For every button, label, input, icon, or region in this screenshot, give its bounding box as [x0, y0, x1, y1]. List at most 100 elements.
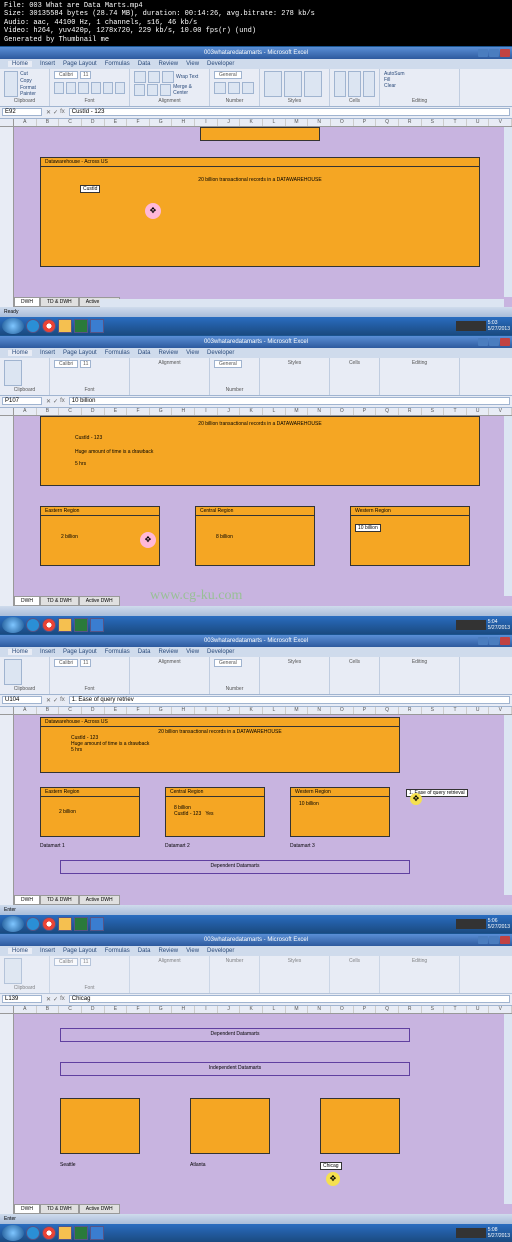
city-label-editing[interactable]: Chicag — [320, 1162, 342, 1170]
scrollbar-vertical[interactable] — [504, 416, 512, 596]
col-header[interactable]: S — [422, 119, 445, 126]
cut-button[interactable]: Cut — [20, 71, 45, 77]
name-box[interactable]: E92 — [2, 108, 42, 116]
border-button[interactable] — [91, 82, 101, 94]
explorer-icon[interactable] — [58, 319, 72, 333]
scrollbar-vertical[interactable] — [504, 715, 512, 895]
explorer-icon[interactable] — [58, 618, 72, 632]
excel-icon[interactable] — [74, 319, 88, 333]
col-header[interactable]: H — [172, 119, 195, 126]
custid-label[interactable]: CustId — [80, 185, 100, 193]
align-button[interactable] — [147, 84, 158, 96]
scrollbar-horizontal[interactable] — [100, 299, 504, 307]
tab-home[interactable]: Home — [8, 61, 32, 67]
tab-data[interactable]: Data — [138, 61, 151, 67]
minimize-button[interactable] — [478, 49, 488, 57]
worksheet[interactable]: 20 billion transactional records in a DA… — [0, 416, 512, 606]
formula-input[interactable]: CustId - 123 — [69, 108, 510, 116]
scrollbar-vertical[interactable] — [504, 1014, 512, 1204]
align-button[interactable] — [148, 71, 160, 83]
col-header[interactable]: M — [286, 119, 309, 126]
ie-icon[interactable] — [26, 618, 40, 632]
col-header[interactable]: N — [308, 119, 331, 126]
cond-format-button[interactable] — [264, 71, 282, 97]
paste-button[interactable] — [4, 360, 22, 386]
fx-icon[interactable]: fx — [60, 398, 65, 405]
maximize-button[interactable] — [489, 936, 499, 944]
excel-icon[interactable] — [74, 618, 88, 632]
enter-icon[interactable]: ✓ — [53, 398, 58, 405]
tab-developer[interactable]: Developer — [207, 350, 234, 356]
col-header[interactable]: U — [467, 119, 490, 126]
worksheet[interactable]: Datawarehouse - Across US 20 billion tra… — [0, 127, 512, 307]
format-table-button[interactable] — [284, 71, 302, 97]
align-button[interactable] — [160, 84, 171, 96]
close-button[interactable] — [500, 936, 510, 944]
col-header[interactable]: B — [37, 119, 60, 126]
enter-icon[interactable]: ✓ — [53, 109, 58, 116]
col-header[interactable]: A — [14, 119, 37, 126]
col-header[interactable]: G — [150, 119, 173, 126]
name-box[interactable]: P107 — [2, 397, 42, 405]
tab-developer[interactable]: Developer — [207, 61, 234, 67]
close-button[interactable] — [500, 338, 510, 346]
fx-icon[interactable]: fx — [60, 109, 65, 116]
tab-review[interactable]: Review — [158, 61, 178, 67]
app-icon[interactable] — [90, 319, 104, 333]
tab-page-layout[interactable]: Page Layout — [63, 61, 97, 67]
tab-view[interactable]: View — [186, 61, 199, 67]
align-button[interactable] — [134, 84, 145, 96]
start-button[interactable] — [2, 617, 24, 633]
format-button[interactable] — [363, 71, 375, 97]
sheet-tab[interactable]: TD & DWH — [40, 297, 79, 307]
col-header[interactable]: D — [82, 119, 105, 126]
cancel-icon[interactable]: ✕ — [46, 109, 51, 116]
col-header[interactable]: I — [195, 119, 218, 126]
col-header[interactable]: L — [263, 119, 286, 126]
maximize-button[interactable] — [489, 637, 499, 645]
tab-formulas[interactable]: Formulas — [105, 350, 130, 356]
formula-input[interactable]: Chicag — [69, 995, 510, 1003]
underline-button[interactable] — [78, 82, 88, 94]
tab-formulas[interactable]: Formulas — [105, 61, 130, 67]
col-header[interactable]: F — [127, 119, 150, 126]
maximize-button[interactable] — [489, 49, 499, 57]
cell-styles-button[interactable] — [304, 71, 322, 97]
col-header[interactable]: T — [444, 119, 467, 126]
sheet-tab[interactable]: DWH — [14, 596, 40, 606]
tab-insert[interactable]: Insert — [40, 61, 55, 67]
clear-button[interactable]: Clear — [384, 83, 455, 89]
ie-icon[interactable] — [26, 319, 40, 333]
col-header[interactable]: R — [399, 119, 422, 126]
tab-page-layout[interactable]: Page Layout — [63, 350, 97, 356]
percent-button[interactable] — [228, 82, 240, 94]
format-painter-button[interactable]: Format Painter — [20, 85, 45, 97]
region-value[interactable]: 10 billion — [355, 524, 381, 532]
align-button[interactable] — [162, 71, 174, 83]
minimize-button[interactable] — [478, 936, 488, 944]
delete-button[interactable] — [348, 71, 360, 97]
tab-insert[interactable]: Insert — [40, 350, 55, 356]
font-color-button[interactable] — [115, 82, 125, 94]
minimize-button[interactable] — [478, 637, 488, 645]
tab-data[interactable]: Data — [138, 350, 151, 356]
col-header[interactable]: P — [354, 119, 377, 126]
align-button[interactable] — [134, 71, 146, 83]
fill-color-button[interactable] — [103, 82, 113, 94]
paste-button[interactable] — [4, 71, 18, 97]
font-select[interactable]: Calibri — [54, 360, 78, 368]
tab-review[interactable]: Review — [158, 350, 178, 356]
comma-button[interactable] — [242, 82, 254, 94]
wrap-button[interactable]: Wrap Text — [176, 74, 198, 80]
italic-button[interactable] — [66, 82, 76, 94]
maximize-button[interactable] — [489, 338, 499, 346]
col-header[interactable]: K — [240, 119, 263, 126]
tab-view[interactable]: View — [186, 350, 199, 356]
formula-input[interactable]: 10 billion — [69, 397, 510, 405]
worksheet[interactable]: Dependent Datamarts Independent Datamart… — [0, 1014, 512, 1214]
name-box[interactable]: L139 — [2, 995, 42, 1003]
start-button[interactable] — [2, 318, 24, 334]
close-button[interactable] — [500, 49, 510, 57]
name-box[interactable]: U104 — [2, 696, 42, 704]
app-icon[interactable] — [90, 618, 104, 632]
